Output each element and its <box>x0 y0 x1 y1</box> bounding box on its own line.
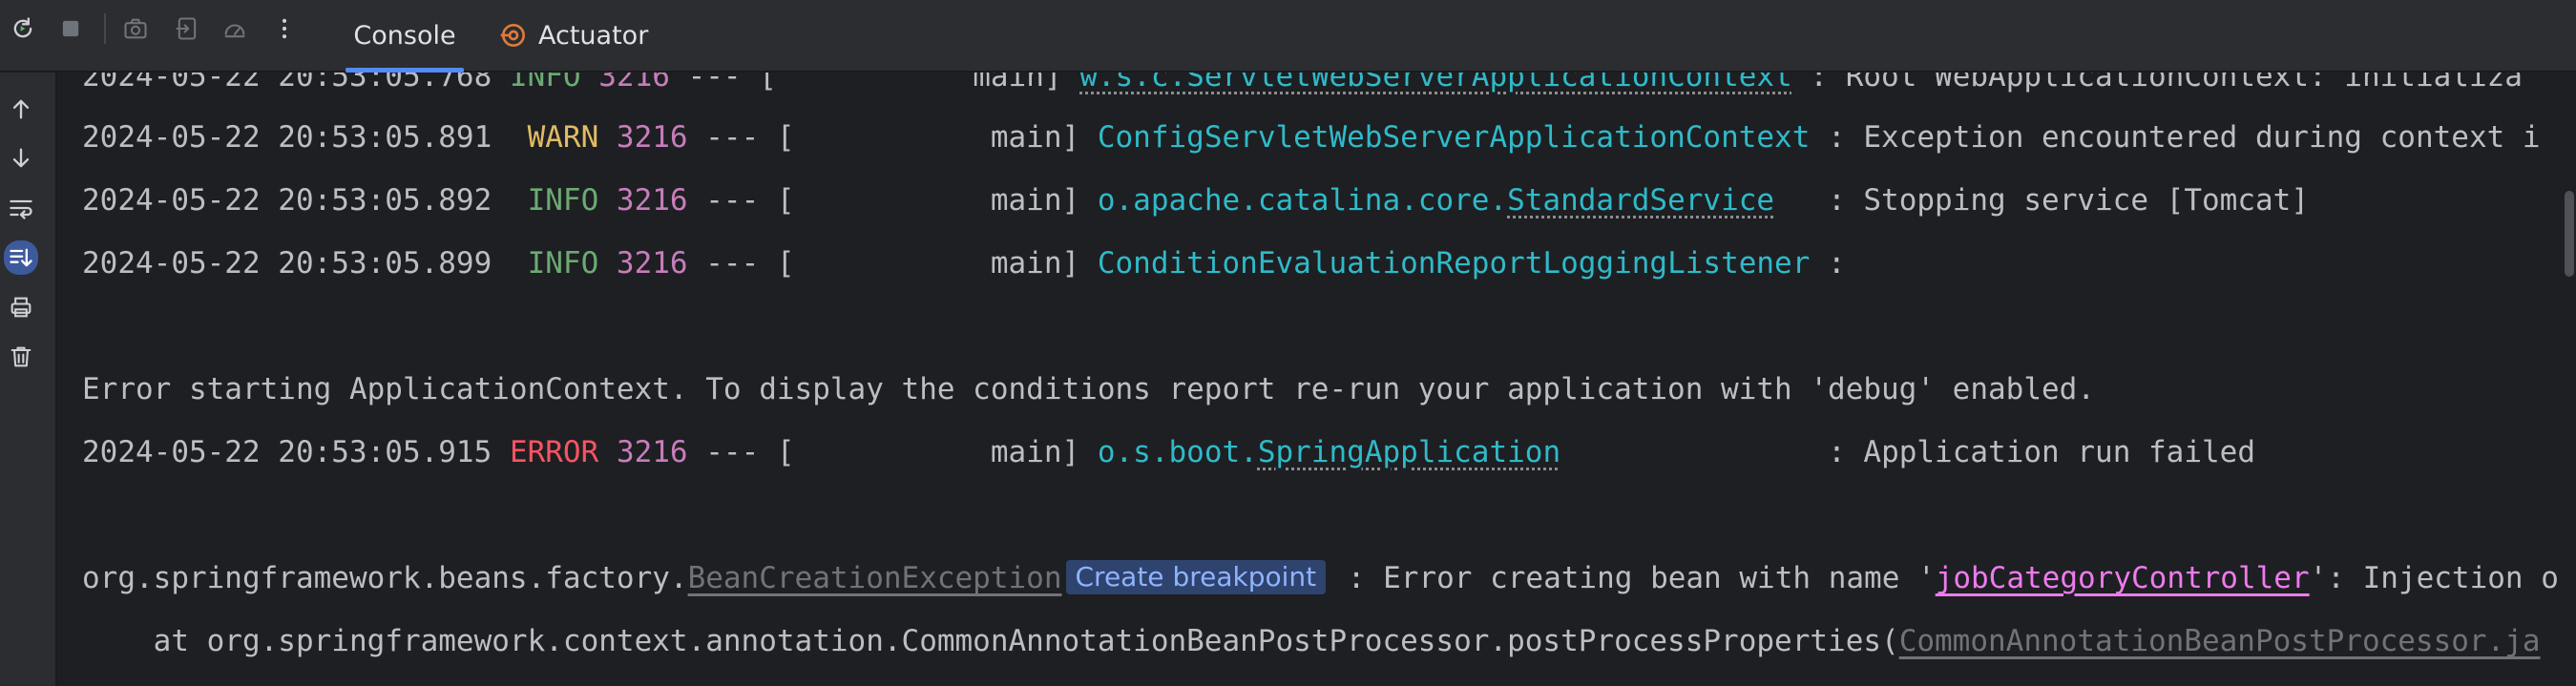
arrow-down-icon[interactable] <box>6 143 36 174</box>
console-scrollbar[interactable] <box>2563 73 2576 686</box>
log-thread: --- [ main] <box>687 183 1098 218</box>
log-thread: --- [ main] <box>687 120 1098 155</box>
log-level: INFO <box>527 246 599 281</box>
log-line: 2024-05-22 20:53:05.891 WARN 3216 --- [ … <box>82 118 2541 156</box>
toolbar-separator <box>104 13 106 44</box>
scroll-to-end-icon[interactable] <box>4 240 38 275</box>
print-icon[interactable] <box>6 292 36 322</box>
actuator-icon <box>498 20 529 51</box>
exception-line: org.springframework.beans.factory.BeanCr… <box>82 559 2559 597</box>
run-tool-window: Console Actuator 2024-05-22 20:53:05.768… <box>0 0 2576 686</box>
console-side-toolbar <box>0 73 57 686</box>
log-pid: 3216 <box>598 73 670 94</box>
arrow-up-icon[interactable] <box>6 94 36 124</box>
exception-class-link[interactable]: BeanCreationException <box>688 561 1062 595</box>
log-message: : <box>1810 246 1846 281</box>
log-message: : Application run failed <box>1560 435 2256 469</box>
exception-message-tail: ': Injection o <box>2309 561 2559 595</box>
log-level: WARN <box>527 120 599 155</box>
log-logger[interactable]: w.s.c.ServletWebServerApplicationContext <box>1079 73 1792 94</box>
exception-package: org.springframework.beans.factory. <box>82 561 688 595</box>
log-message: : Exception encountered during context i <box>1810 120 2541 155</box>
log-thread: --- [ main] <box>669 73 1080 94</box>
tab-actuator-label: Actuator <box>538 20 649 51</box>
exception-message: : Error creating bean with name ' <box>1330 561 1936 595</box>
scrollbar-thumb[interactable] <box>2565 191 2574 277</box>
stop-icon[interactable] <box>53 11 88 46</box>
log-thread: --- [ main] <box>687 246 1098 281</box>
log-thread: --- [ main] <box>687 435 1098 469</box>
log-line: 2024-05-22 20:53:05.892 INFO 3216 --- [ … <box>82 181 2309 219</box>
log-message: : Root WebApplicationContext: initializa <box>1791 73 2523 94</box>
log-line: 2024-05-22 20:53:05.768 INFO 3216 --- [ … <box>82 73 2523 95</box>
log-message: : Stopping service [Tomcat] <box>1774 183 2309 218</box>
log-pid: 3216 <box>616 120 688 155</box>
stack-frame-source-link[interactable]: CommonAnnotationBeanPostProcessor.ja <box>1899 624 2541 658</box>
log-timestamp: 2024-05-22 20:53:05.891 <box>82 120 492 155</box>
log-logger: ConditionEvaluationReportLoggingListener <box>1097 246 1811 281</box>
log-logger: ConfigServletWebServerApplicationContext <box>1097 120 1811 155</box>
log-pid: 3216 <box>616 435 688 469</box>
log-timestamp: 2024-05-22 20:53:05.768 <box>82 73 492 94</box>
log-line: 2024-05-22 20:53:05.899 INFO 3216 --- [ … <box>82 244 1846 282</box>
log-pid: 3216 <box>616 183 688 218</box>
log-timestamp: 2024-05-22 20:53:05.899 <box>82 246 492 281</box>
error-starting-message: Error starting ApplicationContext. To di… <box>82 372 2095 406</box>
speedometer-icon[interactable] <box>218 11 252 46</box>
camera-icon[interactable] <box>118 11 153 46</box>
create-breakpoint-button[interactable]: Create breakpoint <box>1065 560 1327 594</box>
more-icon[interactable] <box>267 11 302 46</box>
trash-icon[interactable] <box>6 342 36 372</box>
console-output[interactable]: 2024-05-22 20:53:05.768 INFO 3216 --- [ … <box>57 73 2576 686</box>
soft-wrap-icon[interactable] <box>6 193 36 223</box>
tab-console[interactable]: Console <box>346 0 464 73</box>
log-pid: 3216 <box>616 246 688 281</box>
rerun-icon[interactable] <box>6 11 40 46</box>
log-logger-link[interactable]: StandardService <box>1507 183 1774 218</box>
log-level: INFO <box>509 73 581 94</box>
stack-trace-line: at org.springframework.context.annotatio… <box>82 622 2541 660</box>
stack-frame: at org.springframework.context.annotatio… <box>82 624 1899 658</box>
log-timestamp: 2024-05-22 20:53:05.915 <box>82 435 492 469</box>
tab-actuator[interactable]: Actuator <box>498 0 651 71</box>
log-timestamp: 2024-05-22 20:53:05.892 <box>82 183 492 218</box>
exit-icon[interactable] <box>170 11 204 46</box>
log-logger-link[interactable]: SpringApplication <box>1258 435 1560 469</box>
bean-name-link[interactable]: jobCategoryController <box>1936 561 2310 595</box>
log-logger-prefix: o.s.boot. <box>1097 435 1258 469</box>
tab-console-label: Console <box>353 20 456 51</box>
log-line: 2024-05-22 20:53:05.915 ERROR 3216 --- [… <box>82 433 2255 471</box>
log-level: INFO <box>527 183 599 218</box>
log-logger-prefix: o.apache.catalina.core. <box>1097 183 1508 218</box>
log-level: ERROR <box>509 435 599 469</box>
run-toolbar: Console Actuator <box>0 0 2576 73</box>
